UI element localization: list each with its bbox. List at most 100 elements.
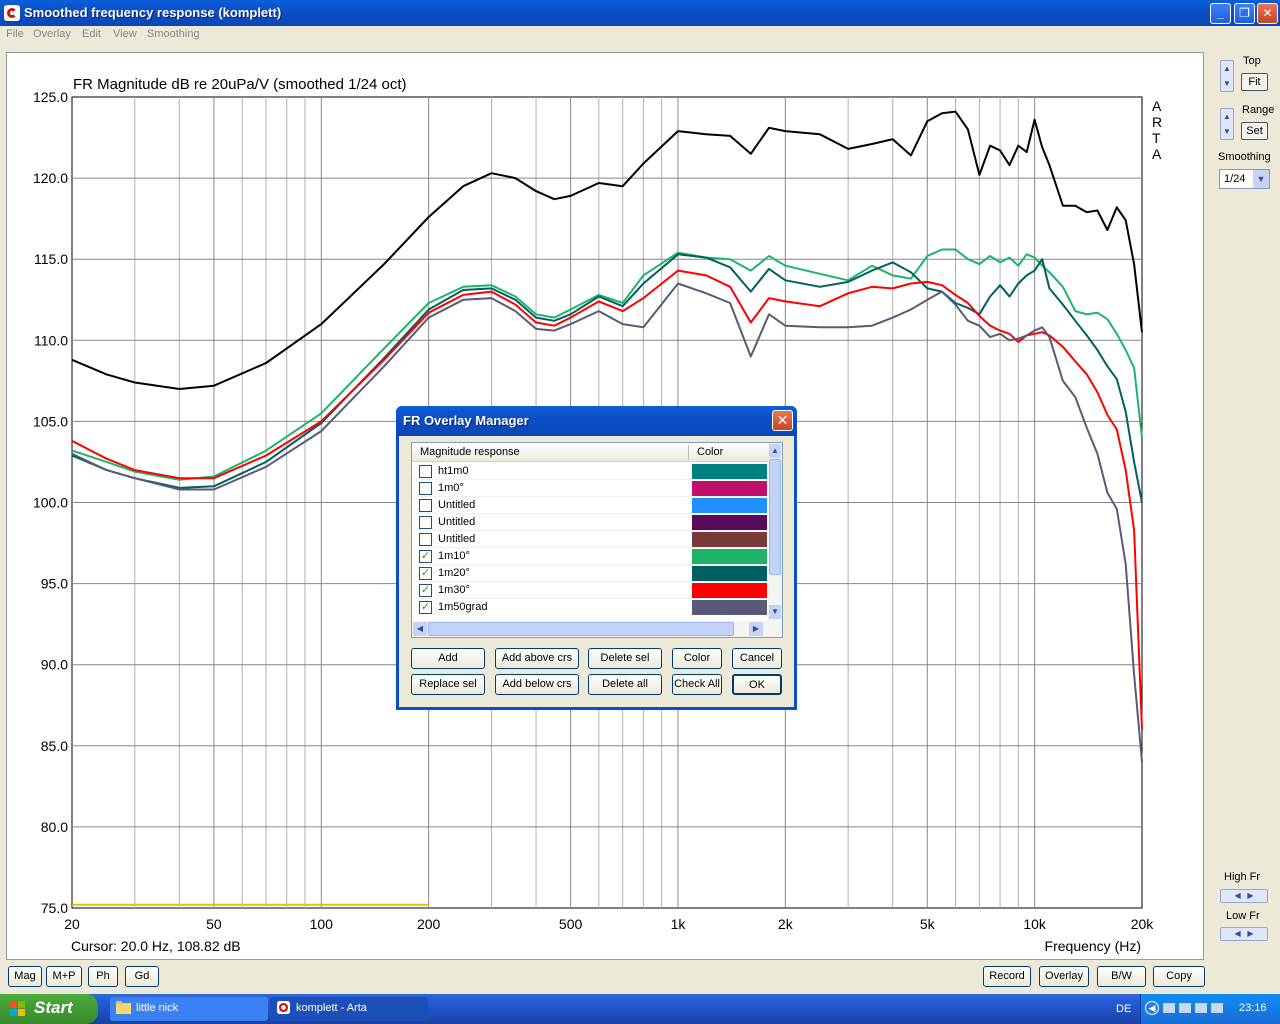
row-checkbox[interactable] [419,499,432,512]
list-item[interactable]: Untitled [412,531,768,548]
arta-app-icon [277,1001,290,1014]
row-color-swatch[interactable] [692,481,767,496]
y-tick-label: 80.0 [41,819,68,835]
list-item[interactable]: Untitled [412,497,768,514]
close-button[interactable]: ✕ [1257,3,1278,24]
row-color-swatch[interactable] [692,498,767,513]
list-item[interactable]: ht1m0 [412,463,768,480]
horizontal-scroll-thumb[interactable] [428,622,734,636]
chart-title: FR Magnitude dB re 20uPa/V (smoothed 1/2… [73,76,407,93]
row-checkbox[interactable] [419,465,432,478]
row-checkbox[interactable] [419,482,432,495]
dialog-title: FR Overlay Manager [403,413,529,428]
language-indicator[interactable]: DE [1116,1003,1131,1015]
row-checkbox[interactable] [419,533,432,546]
task-label: little nick [136,1002,179,1014]
tray-expand-icon[interactable]: ◀ [1145,1001,1159,1015]
x-axis-label: Frequency (Hz) [1045,938,1141,954]
high-fr-spinner[interactable]: ◀ ▶ [1220,889,1268,903]
bw-button[interactable]: B/W [1097,966,1146,987]
x-tick-label: 500 [559,916,583,932]
row-color-swatch[interactable] [692,566,767,581]
list-item[interactable]: ✓ 1m10° [412,548,768,565]
clock: 23:16 [1239,1002,1267,1014]
row-color-swatch[interactable] [692,600,767,615]
overlay-button[interactable]: Overlay [1039,966,1089,987]
replace-sel-button[interactable]: Replace sel [411,674,485,695]
ph-button[interactable]: Ph [88,966,118,987]
tray-app-icon[interactable] [1179,1003,1191,1013]
add-button[interactable]: Add [411,648,485,669]
maximize-button[interactable]: ❐ [1234,3,1255,24]
y-tick-label: 85.0 [41,738,68,754]
vertical-scrollbar[interactable]: ▲ ▼ [768,443,782,637]
tray-app-icon[interactable] [1163,1003,1175,1013]
row-checkbox[interactable] [419,516,432,529]
overlay-list[interactable]: Magnitude response Color ht1m0 1m0° Untitl… [411,442,783,638]
top-spinner[interactable]: ▲ ▼ [1220,60,1234,92]
list-header: Magnitude response Color [412,443,770,462]
x-tick-label: 100 [310,916,334,932]
row-checkbox[interactable]: ✓ [419,567,432,580]
mag-button[interactable]: Mag [8,966,42,987]
scroll-left-icon[interactable]: ◀ [413,622,427,636]
color-button[interactable]: Color [672,648,722,669]
row-color-swatch[interactable] [692,583,767,598]
windows-logo-icon [10,1001,25,1016]
record-button[interactable]: Record [983,966,1031,987]
ok-button[interactable]: OK [732,674,782,695]
menu-view[interactable]: View [113,28,137,40]
list-item[interactable]: ✓ 1m50grad [412,599,768,616]
delete-all-button[interactable]: Delete all [588,674,662,695]
chevron-down-icon[interactable]: ▼ [1253,170,1269,188]
row-color-swatch[interactable] [692,515,767,530]
scroll-right-icon[interactable]: ▶ [749,622,763,636]
row-checkbox[interactable]: ✓ [419,584,432,597]
check-all-button[interactable]: Check All [672,674,722,695]
add-below-crs-button[interactable]: Add below crs [495,674,579,695]
menu-overlay[interactable]: Overlay [33,28,71,40]
row-checkbox[interactable]: ✓ [419,550,432,563]
menu-edit[interactable]: Edit [82,28,101,40]
high-fr-label: High Fr [1224,871,1261,883]
list-item[interactable]: ✓ 1m20° [412,565,768,582]
start-button[interactable]: Start [0,994,98,1024]
horizontal-scrollbar[interactable]: ◀ ▶ [412,621,768,637]
minimize-button[interactable]: _ [1210,3,1231,24]
task-komplett-arta[interactable]: komplett - Arta [270,997,428,1021]
row-color-swatch[interactable] [692,532,767,547]
list-item[interactable]: Untitled [412,514,768,531]
column-color[interactable]: Color [697,446,723,458]
fit-button[interactable]: Fit [1241,73,1268,91]
delete-sel-button[interactable]: Delete sel [588,648,662,669]
vertical-scroll-thumb[interactable] [769,459,781,575]
menu-file[interactable]: File [6,28,24,40]
list-item[interactable]: ✓ 1m30° [412,582,768,599]
menu-smoothing[interactable]: Smoothing [147,28,200,40]
fr-overlay-manager-dialog: FR Overlay Manager ✕ Magnitude response … [396,406,797,710]
tray-app-icon[interactable] [1195,1003,1207,1013]
set-button[interactable]: Set [1241,122,1268,140]
x-tick-label: 200 [417,916,441,932]
copy-button[interactable]: Copy [1153,966,1205,987]
row-color-swatch[interactable] [692,549,767,564]
list-item[interactable]: 1m0° [412,480,768,497]
smoothing-select[interactable]: 1/24 ▼ [1219,169,1270,189]
column-magnitude-response[interactable]: Magnitude response [420,446,520,458]
dialog-close-button[interactable]: ✕ [772,410,793,431]
network-icon[interactable] [1211,1003,1223,1013]
m-plus-p-button[interactable]: M+P [46,966,82,987]
cancel-button[interactable]: Cancel [732,648,782,669]
window-titlebar: Smoothed frequency response (komplett) _… [0,0,1280,26]
range-spinner[interactable]: ▲ ▼ [1220,108,1234,140]
arta-watermark-r: R [1152,114,1162,130]
gd-button[interactable]: Gd [125,966,159,987]
row-color-swatch[interactable] [692,464,767,479]
row-checkbox[interactable]: ✓ [419,601,432,614]
scroll-up-icon[interactable]: ▲ [769,444,781,458]
task-little-nick[interactable]: little nick [110,997,268,1021]
low-fr-spinner[interactable]: ◀ ▶ [1220,927,1268,941]
add-above-crs-button[interactable]: Add above crs [495,648,579,669]
row-name: Untitled [438,499,476,511]
scroll-down-icon[interactable]: ▼ [769,605,781,619]
